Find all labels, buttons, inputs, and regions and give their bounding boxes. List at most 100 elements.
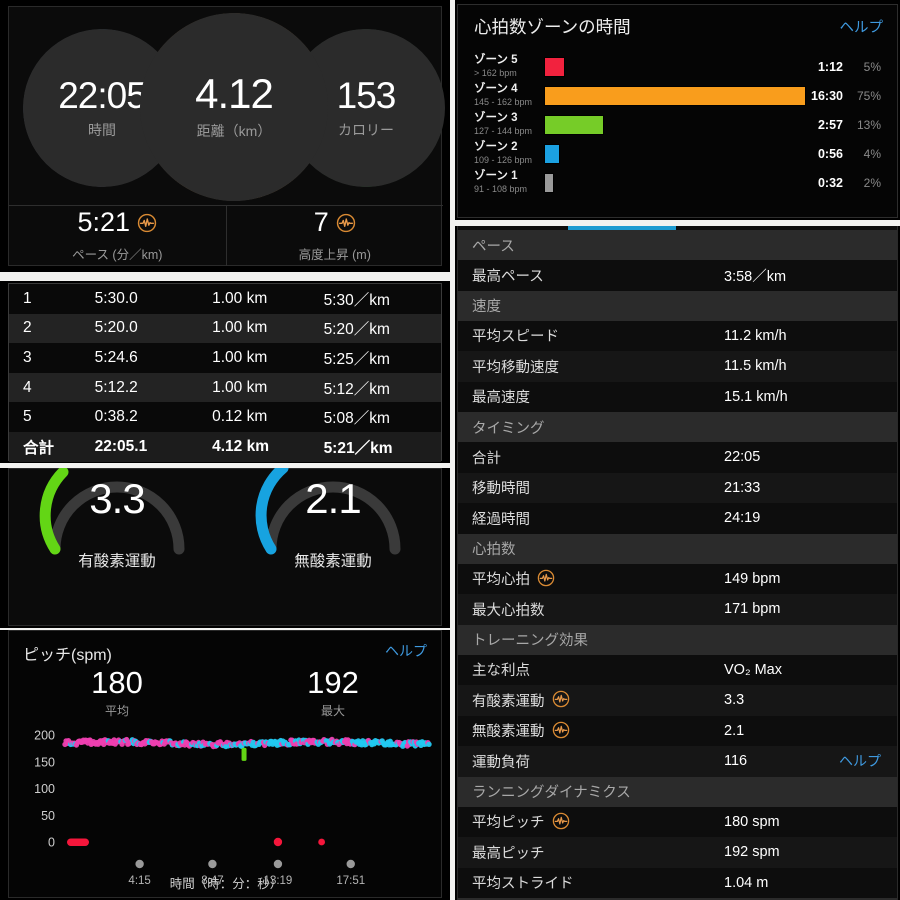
lap-time: 5:12.2 bbox=[94, 378, 138, 396]
ring-calories-value: 153 bbox=[336, 74, 397, 116]
detail-value: 171 bpm bbox=[724, 601, 781, 618]
hr-zones-inner: 心拍数ゾーンの時間 ヘルプ ゾーン 5 > 162 bpm 1:12 5% ゾーン 41… bbox=[457, 4, 898, 218]
hr-zone-row[interactable]: ゾーン 4 145 - 162 bpm 16:30 75% bbox=[466, 81, 887, 110]
detail-label: 平均ピッチ bbox=[472, 811, 724, 832]
pitch-max: 192 最大 bbox=[225, 665, 441, 719]
detail-value: 180 spm bbox=[724, 813, 780, 830]
activity-summary-panel: 22:05 時間 153 カロリー 4.12 距離（km） 5:21 ペース (… bbox=[0, 0, 450, 272]
detail-group-header: トレーニング効果 bbox=[458, 624, 897, 655]
ring-distance-value: 4.12 bbox=[195, 70, 274, 117]
page-indicator[interactable] bbox=[568, 226, 676, 230]
hr-zones-panel: 心拍数ゾーンの時間 ヘルプ ゾーン 5 > 162 bpm 1:12 5% ゾーン 41… bbox=[455, 0, 900, 220]
gauge-aerobic[interactable]: 3.3 有酸素運動 bbox=[9, 468, 225, 604]
aerobic-gauge-arc: 3.3 bbox=[33, 468, 201, 555]
detail-row[interactable]: 有酸素運動 3.3 bbox=[458, 685, 897, 716]
detail-row[interactable]: 運動負荷 116 ヘルプ bbox=[458, 746, 897, 777]
hr-zone-label: ゾーン 4 145 - 162 bpm bbox=[466, 83, 544, 107]
detail-row[interactable]: 最高ピッチ 192 spm bbox=[458, 837, 897, 868]
hr-zone-bar bbox=[544, 172, 554, 193]
table-row-total[interactable]: 合計 22:05.1 4.12 km 5:21／km bbox=[9, 431, 441, 462]
lap-total-pace: 5:21／km bbox=[323, 439, 393, 457]
help-link[interactable]: ヘルプ bbox=[840, 16, 884, 37]
detail-row[interactable]: 無酸素運動 2.1 bbox=[458, 715, 897, 746]
hr-zone-range: 127 - 144 bpm bbox=[474, 125, 533, 136]
detail-value: 116 bbox=[724, 753, 748, 770]
detail-value: 11.5 km/h bbox=[724, 358, 787, 375]
lap-number: 1 bbox=[23, 289, 32, 307]
detail-label: 最大心拍数 bbox=[472, 602, 545, 619]
detail-row[interactable]: 平均ストライド 1.04 m bbox=[458, 867, 897, 898]
lap-time: 5:24.6 bbox=[94, 348, 138, 366]
help-link[interactable]: ヘルプ bbox=[839, 751, 881, 771]
pitch-chart-inner: ピッチ(spm) ヘルプ 180 平均 192 最大 200 150 100 50 0 4… bbox=[8, 630, 442, 898]
detail-value: 2.1 bbox=[724, 722, 745, 739]
detail-row[interactable]: 平均スピード 11.2 km/h bbox=[458, 320, 897, 351]
hr-zone-percent: 5% bbox=[863, 59, 881, 74]
detail-label: 平均ストライド bbox=[472, 876, 574, 893]
table-row[interactable]: 5 0:38.2 0.12 km 5:08／km bbox=[9, 402, 441, 432]
hr-zone-row[interactable]: ゾーン 2 109 - 126 bpm 0:56 4% bbox=[466, 139, 887, 168]
lap-distance: 1.00 km bbox=[212, 378, 268, 396]
detail-group-header: タイミング bbox=[458, 412, 897, 442]
detail-row[interactable]: 主な利点 VO₂ Max bbox=[458, 654, 897, 685]
lap-total-time: 22:05.1 bbox=[94, 437, 148, 455]
detail-label: 最高ペース bbox=[472, 268, 544, 285]
table-row[interactable]: 3 5:24.6 1.00 km 5:25／km bbox=[9, 343, 441, 373]
hr-zone-row[interactable]: ゾーン 3 127 - 144 bpm 2:57 13% bbox=[466, 110, 887, 139]
detail-row[interactable]: 平均ピッチ 180 spm bbox=[458, 806, 897, 837]
detail-row[interactable]: 平均心拍 149 bpm bbox=[458, 563, 897, 594]
detail-row[interactable]: 最高ペース 3:58／km bbox=[458, 260, 897, 291]
svg-text:200: 200 bbox=[34, 728, 55, 742]
detail-row[interactable]: 平均移動速度 11.5 km/h bbox=[458, 351, 897, 382]
detail-label: 主な利点 bbox=[472, 663, 530, 680]
sub-metric-elevation[interactable]: 7 高度上昇 (m) bbox=[225, 206, 444, 266]
lap-distance: 1.00 km bbox=[212, 348, 268, 366]
detail-label: 移動時間 bbox=[472, 481, 530, 498]
summary-inner: 22:05 時間 153 カロリー 4.12 距離（km） 5:21 ペース (… bbox=[8, 6, 445, 266]
pitch-scatter-plot[interactable]: 200 150 100 50 0 4:15 8:47 13:19 17:51 時間（時：分：秒） bbox=[9, 719, 443, 894]
hr-zone-name: ゾーン 3 bbox=[474, 112, 518, 125]
detail-group-header: ランニングダイナミクス bbox=[458, 776, 897, 807]
help-link[interactable]: ヘルプ bbox=[385, 641, 427, 661]
summary-ring-distance[interactable]: 4.12 距離（km） bbox=[140, 13, 328, 201]
hr-zones-rows: ゾーン 5 > 162 bpm 1:12 5% ゾーン 4 145 - 162 bpm 16… bbox=[458, 52, 897, 197]
detail-row[interactable]: 移動時間 21:33 bbox=[458, 472, 897, 503]
svg-text:100: 100 bbox=[34, 782, 55, 796]
gauge-anaerobic[interactable]: 2.1 無酸素運動 bbox=[225, 468, 441, 604]
ring-calories-label: カロリー bbox=[338, 121, 394, 138]
hr-zones-title: 心拍数ゾーンの時間 bbox=[474, 17, 631, 37]
lap-time: 5:30.0 bbox=[94, 289, 138, 307]
lap-table: 1 5:30.0 1.00 km 5:30／km 2 5:20.0 1.00 km 5:20／… bbox=[8, 283, 442, 462]
svg-text:50: 50 bbox=[41, 808, 55, 822]
detail-label: 有酸素運動 bbox=[472, 690, 724, 711]
hr-zone-row[interactable]: ゾーン 1 91 - 108 bpm 0:32 2% bbox=[466, 168, 887, 197]
detail-value: 22:05 bbox=[724, 449, 761, 466]
table-row[interactable]: 2 5:20.0 1.00 km 5:20／km bbox=[9, 313, 441, 344]
detail-row[interactable]: 合計 22:05 bbox=[458, 442, 897, 473]
detail-row[interactable]: 最大心拍数 171 bpm bbox=[458, 594, 897, 625]
hr-zone-row[interactable]: ゾーン 5 > 162 bpm 1:12 5% bbox=[466, 52, 887, 81]
hr-zone-time: 2:57 bbox=[817, 117, 843, 132]
detail-label: 平均スピード bbox=[472, 329, 559, 346]
hr-zone-bar bbox=[544, 56, 565, 77]
activity-details-panel: ペース 最高ペース 3:58／km 速度 平均スピード 11.2 km/h 平均移動速度 11… bbox=[455, 226, 900, 900]
detail-row[interactable]: 経過時間 24:19 bbox=[458, 503, 897, 534]
pitch-avg: 180 平均 bbox=[9, 666, 225, 719]
heart-rate-icon bbox=[537, 569, 557, 589]
lap-distance: 1.00 km bbox=[212, 319, 268, 337]
training-effect-gauges: 3.3 有酸素運動 2.1 無酸素運動 bbox=[9, 468, 441, 604]
detail-row[interactable]: 最高速度 15.1 km/h bbox=[458, 381, 897, 412]
lap-pace: 5:25／km bbox=[323, 350, 390, 368]
table-row[interactable]: 1 5:30.0 1.00 km 5:30／km bbox=[9, 284, 441, 314]
pitch-chart-title: ピッチ(spm) bbox=[23, 647, 112, 664]
sub-metric-pace[interactable]: 5:21 ペース (分／km) bbox=[9, 206, 226, 266]
pitch-max-value: 192 bbox=[307, 665, 359, 700]
pace-value: 5:21 bbox=[77, 207, 131, 237]
hr-zone-track bbox=[544, 85, 806, 107]
pitch-chart-panel: ピッチ(spm) ヘルプ 180 平均 192 最大 200 150 100 50 0 4… bbox=[0, 630, 450, 900]
table-row[interactable]: 4 5:12.2 1.00 km 5:12／km bbox=[9, 372, 441, 403]
detail-label: 無酸素運動 bbox=[472, 720, 724, 741]
lap-pace: 5:08／km bbox=[323, 410, 390, 428]
anaerobic-gauge-arc: 2.1 bbox=[249, 468, 417, 555]
activity-details-list[interactable]: ペース 最高ペース 3:58／km 速度 平均スピード 11.2 km/h 平均移動速度 11… bbox=[457, 226, 898, 900]
